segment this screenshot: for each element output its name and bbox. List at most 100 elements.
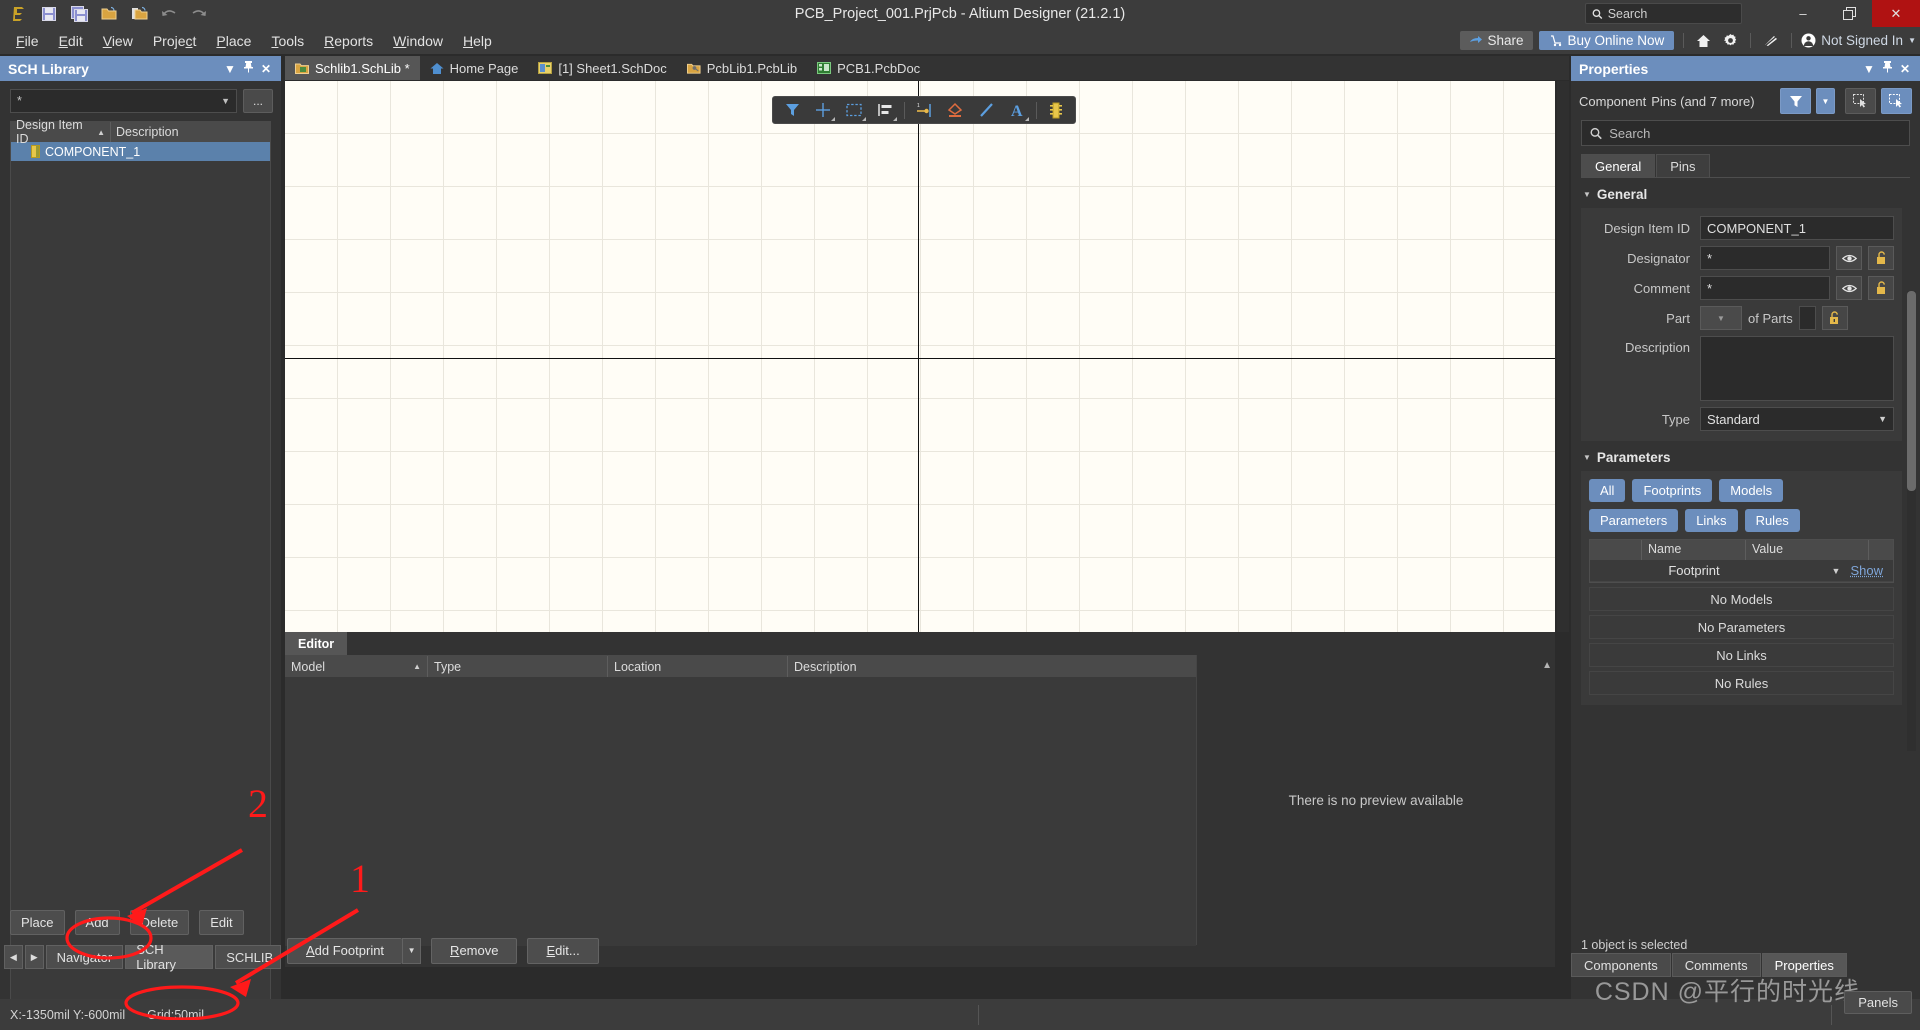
pill-links[interactable]: Links xyxy=(1685,509,1738,532)
column-header-type[interactable]: Type xyxy=(428,656,608,677)
tab-comments[interactable]: Comments xyxy=(1671,953,1761,977)
tab-navigator[interactable]: Navigator xyxy=(45,945,124,969)
doc-tab-sheet1-schdoc[interactable]: [1] Sheet1.SchDoc xyxy=(528,56,676,80)
filter-dropdown-icon[interactable]: ▼ xyxy=(1816,88,1835,114)
menu-edit[interactable]: Edit xyxy=(49,30,93,52)
select-single-icon[interactable] xyxy=(1881,88,1912,114)
edit-model-button[interactable]: Edit... xyxy=(527,937,599,964)
place-pin-icon[interactable]: 1 xyxy=(910,98,938,122)
place-button[interactable]: Place xyxy=(10,910,65,935)
place-text-icon[interactable]: A xyxy=(1003,98,1031,122)
type-dropdown[interactable]: Standard ▼ xyxy=(1700,407,1894,431)
tab-components[interactable]: Components xyxy=(1571,953,1671,977)
add-button[interactable]: Add xyxy=(74,910,120,935)
general-section-header[interactable]: ▼ General xyxy=(1571,178,1920,208)
pin-icon[interactable] xyxy=(239,61,257,76)
minimize-button[interactable]: – xyxy=(1780,0,1826,27)
parts-count-field[interactable] xyxy=(1798,306,1816,330)
show-link[interactable]: Show xyxy=(1850,563,1883,578)
save-icon[interactable] xyxy=(37,3,61,25)
chevron-down-icon[interactable]: ▼ xyxy=(221,96,230,106)
open-project-icon[interactable] xyxy=(127,3,151,25)
pill-footprints[interactable]: Footprints xyxy=(1632,479,1713,502)
column-header-description[interactable]: Description xyxy=(111,122,270,142)
crosshair-icon[interactable] xyxy=(809,98,837,122)
design-item-id-field[interactable]: COMPONENT_1 xyxy=(1700,216,1894,240)
add-footprint-button[interactable]: Add Footprint xyxy=(287,937,403,964)
description-field[interactable] xyxy=(1700,336,1894,401)
column-header-name[interactable]: Name xyxy=(1642,540,1746,560)
menu-window[interactable]: Window xyxy=(383,30,453,52)
select-all-icon[interactable] xyxy=(1845,88,1876,114)
rectangle-select-icon[interactable] xyxy=(840,98,868,122)
chevron-down-icon[interactable]: ▼ xyxy=(1832,566,1841,576)
panel-menu-icon[interactable]: ▼ xyxy=(221,62,239,76)
library-filter-options-button[interactable]: ... xyxy=(243,89,273,113)
column-header-model[interactable]: Model ▲ xyxy=(285,656,428,677)
save-all-icon[interactable] xyxy=(67,3,91,25)
doc-tab-pcb1-pcbdoc[interactable]: PCB1.PcbDoc xyxy=(807,56,930,80)
tabs-scroll-left-icon[interactable]: ◀ xyxy=(4,945,23,969)
canvas-vertical-scrollbar[interactable] xyxy=(1557,81,1569,632)
column-header-design-item-id[interactable]: Design Item ID ▲ xyxy=(11,118,111,146)
edit-button[interactable]: Edit xyxy=(199,910,244,935)
menu-project[interactable]: Project xyxy=(143,30,207,52)
place-component-icon[interactable] xyxy=(1042,98,1070,122)
schematic-library-canvas[interactable] xyxy=(285,81,1555,632)
delete-button[interactable]: Delete xyxy=(129,910,190,935)
column-header-value[interactable]: Value xyxy=(1746,540,1869,560)
scrollbar-thumb[interactable] xyxy=(1907,291,1916,491)
tabs-scroll-right-icon[interactable]: ▶ xyxy=(24,945,44,969)
filter-icon[interactable] xyxy=(778,98,806,122)
library-filter-combo[interactable]: * ▼ xyxy=(10,89,237,113)
part-lock-icon[interactable] xyxy=(1821,306,1848,330)
account-status[interactable]: Not Signed In ▼ xyxy=(1801,33,1916,48)
designator-field[interactable]: * xyxy=(1700,246,1830,270)
buy-online-now-button[interactable]: Buy Online Now xyxy=(1539,31,1675,50)
global-search-box[interactable] xyxy=(1585,3,1742,24)
parameters-table-row[interactable]: Footprint ▼ Show xyxy=(1590,560,1893,582)
menu-help[interactable]: Help xyxy=(453,30,502,52)
open-icon[interactable] xyxy=(97,3,121,25)
gear-icon[interactable] xyxy=(1720,33,1741,48)
designator-visibility-icon[interactable] xyxy=(1836,246,1862,270)
pill-parameters[interactable]: Parameters xyxy=(1589,509,1679,532)
column-header-location[interactable]: Location xyxy=(608,656,788,677)
pin-icon[interactable] xyxy=(1878,61,1896,76)
comment-field[interactable]: * xyxy=(1700,276,1830,300)
doc-tab-home-page[interactable]: Home Page xyxy=(420,56,529,80)
menu-place[interactable]: Place xyxy=(206,30,261,52)
add-footprint-dropdown-icon[interactable]: ▼ xyxy=(402,937,422,964)
undo-icon[interactable] xyxy=(157,3,181,25)
pill-models[interactable]: Models xyxy=(1719,479,1784,502)
remove-button[interactable]: Remove xyxy=(431,937,518,964)
properties-scrollbar[interactable] xyxy=(1907,291,1916,751)
panel-menu-icon[interactable]: ▼ xyxy=(1860,62,1878,76)
global-search-input[interactable] xyxy=(1607,6,1735,21)
tab-general[interactable]: General xyxy=(1581,154,1656,177)
place-polygon-icon[interactable] xyxy=(941,98,969,122)
pill-rules[interactable]: Rules xyxy=(1744,509,1800,532)
restore-button[interactable] xyxy=(1826,0,1872,27)
close-panel-icon[interactable]: ✕ xyxy=(1896,62,1914,76)
editor-tab[interactable]: Editor xyxy=(285,632,348,655)
menu-tools[interactable]: Tools xyxy=(261,30,314,52)
wand-icon[interactable] xyxy=(1760,34,1782,48)
close-button[interactable]: ✕ xyxy=(1872,0,1920,27)
component-list-item[interactable]: COMPONENT_1 xyxy=(11,142,270,161)
redo-icon[interactable] xyxy=(187,3,211,25)
tab-sch-library[interactable]: SCH Library xyxy=(125,942,214,972)
filter-button[interactable] xyxy=(1780,88,1811,114)
part-selector[interactable]: ▼ xyxy=(1700,306,1742,330)
doc-tab-schlib1[interactable]: Schlib1.SchLib * xyxy=(285,56,420,80)
close-panel-icon[interactable]: ✕ xyxy=(257,62,275,76)
comment-visibility-icon[interactable] xyxy=(1836,276,1862,300)
properties-search-box[interactable] xyxy=(1581,120,1910,146)
comment-lock-icon[interactable] xyxy=(1868,276,1894,300)
tab-properties[interactable]: Properties xyxy=(1761,953,1847,977)
align-icon[interactable] xyxy=(871,98,899,122)
place-line-icon[interactable] xyxy=(972,98,1000,122)
chevron-down-icon[interactable]: ▼ xyxy=(1908,36,1916,45)
menu-view[interactable]: View xyxy=(93,30,143,52)
altium-logo-icon[interactable] xyxy=(7,3,31,25)
